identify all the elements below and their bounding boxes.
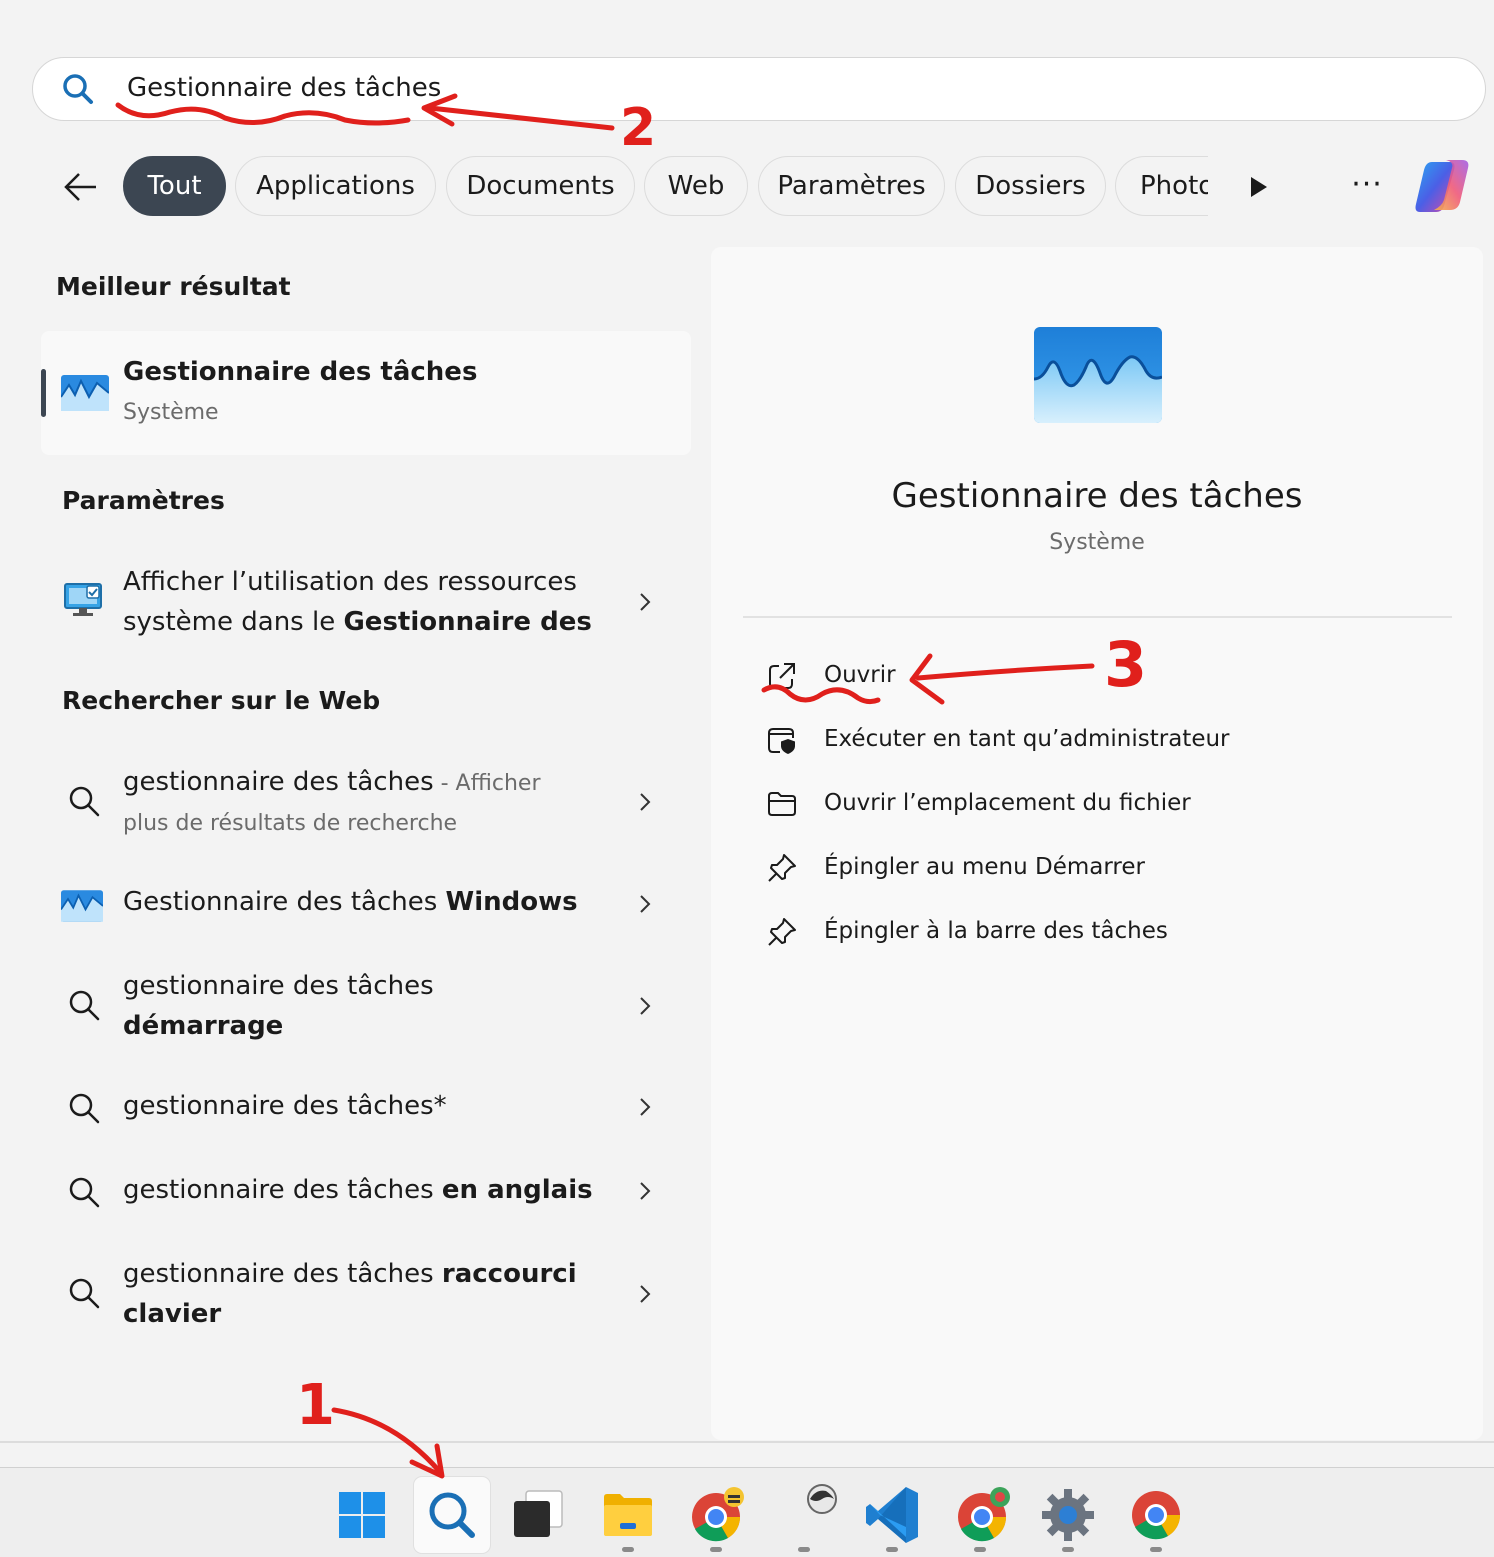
- chevron-right-icon: [640, 1098, 651, 1116]
- task-manager-large-icon: [1034, 327, 1162, 423]
- pin-icon: [768, 854, 796, 882]
- filter-parametres[interactable]: Paramètres: [758, 156, 945, 216]
- best-result-title: Meilleur résultat: [56, 272, 291, 301]
- web-section-title: Rechercher sur le Web: [62, 686, 381, 715]
- chevron-right-icon: [640, 997, 651, 1015]
- action-pin-start[interactable]: Épingler au menu Démarrer: [766, 846, 1226, 890]
- best-result-card[interactable]: Gestionnaire des tâches Système: [41, 331, 691, 455]
- action-label: Ouvrir l’emplacement du fichier: [824, 790, 1191, 816]
- web-result-subtext: plus de résultats de recherche: [123, 811, 458, 836]
- running-indicator: [798, 1547, 810, 1552]
- web-result-item[interactable]: gestionnaire des tâches démarrage: [41, 960, 691, 1052]
- web-result-text: gestionnaire des tâches en anglais: [123, 1175, 593, 1205]
- settings-result-item[interactable]: Afficher l’utilisation des ressources sy…: [41, 556, 691, 646]
- start-icon[interactable]: [324, 1477, 400, 1553]
- best-result-type: Système: [123, 400, 219, 425]
- search-icon: [69, 786, 100, 817]
- running-indicator: [1062, 1547, 1074, 1552]
- chrome-icon[interactable]: [944, 1477, 1020, 1553]
- task-manager-icon: [61, 890, 103, 922]
- preview-title: Gestionnaire des tâches: [891, 476, 1303, 516]
- action-run-as-admin[interactable]: Exécuter en tant qu’administrateur: [766, 718, 1230, 762]
- web-result-text: gestionnaire des tâches - Afficher: [123, 767, 541, 797]
- action-pin-taskbar[interactable]: Épingler à la barre des tâches: [766, 910, 1226, 954]
- running-indicator: [886, 1547, 898, 1552]
- web-result-text-bold: démarrage: [123, 1011, 284, 1041]
- search-icon: [429, 1492, 475, 1538]
- chevron-right-icon: [640, 593, 651, 611]
- divider: [743, 616, 1452, 618]
- filter-applications[interactable]: Applications: [235, 156, 436, 216]
- more-options-button[interactable]: ···: [1350, 170, 1384, 204]
- annotation-number: 1: [296, 1373, 335, 1438]
- web-result-text: gestionnaire des tâches*: [123, 1091, 447, 1121]
- pin-icon: [768, 918, 796, 946]
- action-label: Exécuter en tant qu’administrateur: [824, 726, 1230, 752]
- action-label: Ouvrir: [824, 662, 896, 688]
- search-input[interactable]: Gestionnaire des tâches: [127, 73, 441, 103]
- task-manager-icon: [61, 375, 109, 411]
- vscode-icon[interactable]: [856, 1477, 932, 1553]
- web-result-item[interactable]: gestionnaire des tâches raccourci clavie…: [41, 1248, 691, 1340]
- chevron-right-icon: [640, 1182, 651, 1200]
- search-icon: [63, 74, 93, 104]
- chrome-icon[interactable]: [1118, 1477, 1194, 1553]
- search-icon: [69, 990, 100, 1021]
- back-arrow-icon[interactable]: [60, 166, 102, 208]
- search-bar[interactable]: Gestionnaire des tâches: [32, 57, 1486, 121]
- filter-web[interactable]: Web: [644, 156, 748, 216]
- best-result-name: Gestionnaire des tâches: [123, 357, 478, 387]
- running-indicator: [710, 1547, 722, 1552]
- web-result-item[interactable]: Gestionnaire des tâches Windows: [41, 876, 691, 932]
- chrome-icon[interactable]: [678, 1477, 754, 1553]
- shield-window-icon: [768, 728, 795, 754]
- search-icon: [69, 1093, 100, 1124]
- web-result-text-bold: clavier: [123, 1299, 222, 1329]
- divider: [0, 1441, 1494, 1443]
- taskbar-search-button[interactable]: [414, 1477, 490, 1553]
- filter-documents[interactable]: Documents: [446, 156, 635, 216]
- preview-panel: [711, 247, 1483, 1440]
- app-icon[interactable]: [786, 1477, 862, 1553]
- open-external-icon: [769, 663, 795, 689]
- running-indicator: [1150, 1547, 1162, 1552]
- filter-photos[interactable]: Photo: [1115, 156, 1208, 216]
- filter-all[interactable]: Tout: [123, 156, 226, 216]
- filter-dossiers[interactable]: Dossiers: [955, 156, 1106, 216]
- action-label: Épingler au menu Démarrer: [824, 854, 1145, 880]
- settings-section-title: Paramètres: [62, 486, 225, 515]
- search-icon: [69, 1278, 100, 1309]
- web-result-text: gestionnaire des tâches: [123, 971, 434, 1001]
- action-open-file-location[interactable]: Ouvrir l’emplacement du fichier: [766, 782, 1226, 826]
- settings-result-line2: système dans le Gestionnaire des: [123, 607, 592, 637]
- chevron-right-icon: [640, 793, 651, 811]
- web-result-text: Gestionnaire des tâches Windows: [123, 887, 578, 917]
- monitor-icon: [64, 583, 102, 616]
- settings-result-line1: Afficher l’utilisation des ressources: [123, 567, 577, 597]
- web-result-item[interactable]: gestionnaire des tâches*: [41, 1080, 691, 1136]
- action-open[interactable]: Ouvrir: [766, 654, 1226, 698]
- action-label: Épingler à la barre des tâches: [824, 918, 1168, 944]
- selection-indicator: [41, 369, 46, 417]
- chevron-right-icon: [640, 895, 651, 913]
- copilot-icon[interactable]: [1412, 156, 1474, 216]
- file-explorer-icon[interactable]: [590, 1477, 666, 1553]
- preview-subtitle: Système: [1049, 530, 1145, 555]
- task-view-icon[interactable]: [500, 1477, 576, 1553]
- web-result-item[interactable]: gestionnaire des tâches en anglais: [41, 1164, 691, 1220]
- scroll-right-icon[interactable]: [1248, 175, 1270, 199]
- folder-icon: [768, 792, 796, 816]
- settings-icon[interactable]: [1030, 1477, 1106, 1553]
- web-result-text: gestionnaire des tâches raccourci: [123, 1259, 577, 1289]
- web-result-item[interactable]: gestionnaire des tâches - Afficher plus …: [41, 756, 691, 848]
- search-icon: [69, 1177, 100, 1208]
- running-indicator: [622, 1547, 634, 1552]
- running-indicator: [974, 1547, 986, 1552]
- chevron-right-icon: [640, 1285, 651, 1303]
